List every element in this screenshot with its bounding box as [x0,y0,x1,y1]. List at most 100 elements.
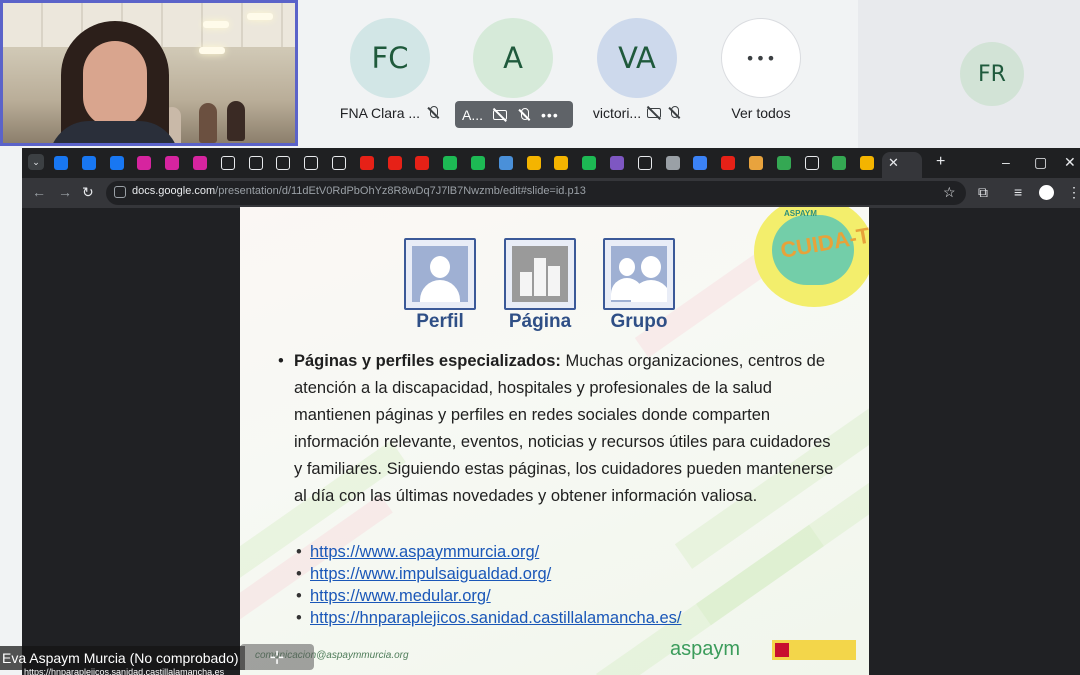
avatar: FC [350,18,430,98]
reading-list-icon[interactable]: ≡ [1014,184,1022,200]
forward-icon[interactable]: → [58,184,72,200]
aspaym-logo: aspaym [670,638,741,660]
link-aspaym-murcia[interactable]: • https://www.aspaymmurcia.org/ [296,543,539,562]
mic-muted-icon [426,105,440,121]
link-hnparaplejicos[interactable]: • https://hnparaplejicos.sanidad.castilla… [296,609,681,628]
mic-muted-icon [517,107,531,123]
link-impulsa-igualdad[interactable]: • https://www.impulsaigualdad.org/ [296,565,551,584]
grupo-icon [603,238,675,310]
tab-favicon[interactable] [137,156,152,170]
tab-favicon[interactable] [471,156,485,170]
close-tab-icon[interactable]: ✕ [888,155,899,171]
participant-strip: FC FNA Clara ... A A... ••• VA victori..… [0,0,1080,148]
tab-favicon[interactable] [832,156,847,170]
browser-toolbar: ← → ↻ docs.google.com/presentation/d/11d… [22,178,1080,208]
tab-favicon[interactable] [359,156,374,170]
avatar: VA [597,18,677,98]
maximize-icon[interactable]: ▢ [1034,154,1047,171]
url-path: /presentation/d/11dEtV0RdPbOhYz8R8wDq7J7… [215,185,586,197]
shared-browser-window: ⌄ ✕ + – ▢ ✕ ← → ↻ docs.google.com/presen… [22,148,1080,675]
back-icon[interactable]: ← [32,184,46,200]
participant-name: FNA Clara ... [339,105,421,121]
participant-label-fc: FNA Clara ... [330,98,450,128]
see-all-text: Ver todos [731,105,791,121]
pin-overlay-button[interactable]: ⊹ [240,644,314,670]
side-participant-panel[interactable]: FR [858,0,1080,148]
bullet-dot: • [278,352,284,370]
tab-favicon[interactable] [554,156,569,170]
tab-favicon[interactable] [776,156,791,170]
bullet-heading: Páginas y perfiles especializados: [294,352,561,370]
participant-tile-fc[interactable]: FC [340,18,440,98]
site-info-icon[interactable] [114,186,126,198]
perfil-icon [404,238,476,310]
bullet-paragraph: • Páginas y perfiles especializados: Muc… [278,348,838,510]
url-host: docs.google.com [132,185,216,197]
avatar: FR [960,42,1024,106]
presenter-video[interactable] [0,0,298,146]
tab-favicon[interactable] [332,156,346,170]
ceiling-lamp [247,13,273,20]
icon-label: Grupo [610,311,668,332]
reload-icon[interactable]: ↻ [82,184,94,201]
tab-favicon[interactable] [165,156,180,170]
new-tab-icon[interactable]: + [936,153,945,171]
participant-tile-va[interactable]: VA [587,18,687,98]
government-logo [772,640,856,660]
participant-label-a[interactable]: A... ••• [455,101,573,128]
tab-favicon[interactable] [637,156,652,170]
more-dots-icon: ••• [721,18,801,98]
tab-favicon[interactable] [387,156,402,170]
url-text[interactable]: docs.google.com/presentation/d/11dEtV0Rd… [132,185,586,197]
camera-off-icon [647,108,662,118]
tab-favicon[interactable] [526,156,541,170]
ceiling-lamp [203,21,229,28]
camera-off-icon [493,109,508,120]
tab-favicon[interactable] [81,156,96,170]
avatar: A [473,18,553,98]
tab-favicon[interactable] [248,156,263,170]
participant-label-va: victori... [577,98,697,128]
see-all-tile[interactable]: ••• [711,18,811,98]
participant-tile-a[interactable]: A [463,18,563,98]
ceiling-lamp [199,47,225,54]
tab-favicon[interactable] [193,156,207,170]
presenter-face [83,41,147,127]
bookmark-star-icon[interactable]: ☆ [943,184,956,201]
tab-favicon[interactable] [721,156,736,170]
caption-url: https://hnparaplejicos.sanidad.castillal… [24,667,225,675]
background-person [199,103,217,143]
tab-search-button[interactable]: ⌄ [28,154,44,170]
tab-favicon[interactable] [54,156,68,170]
tab-favicon[interactable] [610,156,624,170]
tab-favicon[interactable] [749,156,763,170]
participant-name: victori... [592,105,642,121]
tab-favicon[interactable] [498,156,513,170]
see-all-label[interactable]: Ver todos [701,98,821,128]
tab-favicon[interactable] [860,156,875,170]
presentation-slide: ASPAYM CUIDA-TE Perfil Página Grupo • Pá… [240,207,869,675]
more-options-icon[interactable]: ••• [541,107,559,123]
tab-favicon[interactable] [304,156,319,170]
profile-avatar[interactable] [1039,185,1054,200]
tab-favicon[interactable] [665,156,680,170]
tab-favicon[interactable] [582,156,597,170]
tab-favicon[interactable] [693,156,708,170]
participant-name: A... [462,106,484,123]
bullet-text: Páginas y perfiles especializados: Mucha… [294,348,838,510]
pagina-icon [504,238,576,310]
tab-favicon[interactable] [109,156,124,170]
extensions-icon[interactable]: ⧉ [978,184,988,201]
logo-small-text: ASPAYM [784,209,817,218]
link-medular[interactable]: • https://www.medular.org/ [296,587,491,606]
tab-favicon[interactable] [415,156,430,170]
minimize-icon[interactable]: – [1002,154,1010,170]
tab-favicon[interactable] [276,156,291,170]
menu-kebab-icon[interactable]: ⋮ [1067,184,1080,201]
tab-favicon[interactable] [443,156,458,170]
close-window-icon[interactable]: ✕ [1064,154,1076,171]
meeting-screen: FC FNA Clara ... A A... ••• VA victori..… [0,0,1080,675]
tab-favicon[interactable] [804,156,819,170]
tab-favicon[interactable] [220,156,235,170]
background-person [227,101,245,141]
